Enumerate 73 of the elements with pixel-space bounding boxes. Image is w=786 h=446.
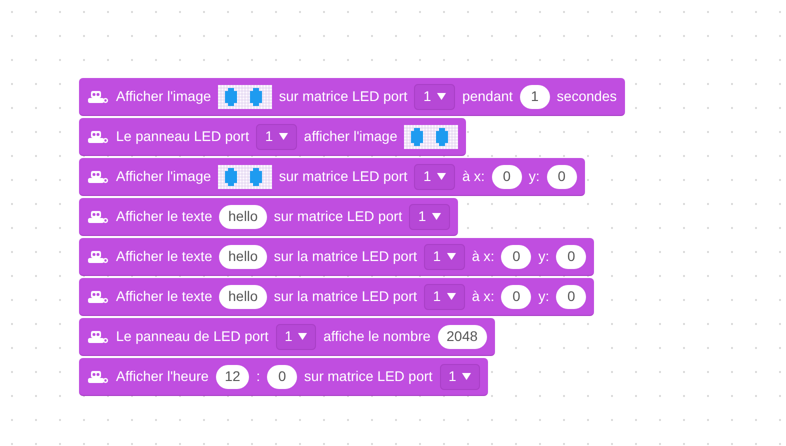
value-field[interactable]: 1 [520, 84, 550, 108]
block-label: Le panneau LED port [116, 127, 250, 146]
port-dropdown[interactable]: 1 [424, 244, 465, 270]
block-label: y: [528, 167, 540, 186]
block-label: sur matrice LED port [304, 367, 433, 386]
code-block[interactable]: Afficher l'image sur matrice LED port 1 pendant 1 secondes [79, 78, 625, 116]
block-label: à x: [472, 247, 494, 266]
port-dropdown[interactable]: 1 [414, 164, 456, 190]
caret-icon [437, 173, 446, 180]
caret-icon [446, 293, 456, 300]
caret-icon [298, 333, 308, 340]
port-dropdown[interactable]: 1 [414, 84, 456, 110]
code-block[interactable]: Afficher le texte hello sur matrice LED port 1 [79, 198, 458, 236]
block-label: Afficher l'heure [116, 367, 209, 386]
value-field[interactable]: hello [219, 284, 267, 308]
block-label: sur matrice LED port [274, 207, 402, 226]
robot-icon [87, 90, 109, 104]
port-dropdown[interactable]: 1 [409, 204, 450, 230]
block-label: Afficher le texte [116, 207, 212, 226]
port-dropdown[interactable]: 1 [424, 284, 465, 310]
caret-icon [437, 93, 446, 100]
value-field[interactable]: hello [219, 244, 267, 268]
caret-icon [432, 213, 442, 220]
code-block[interactable]: Afficher l'heure 12 : 0 sur matrice LED port 1 [79, 358, 488, 396]
value-field[interactable]: 12 [216, 364, 250, 388]
block-label: secondes [556, 87, 617, 106]
block-label: à x: [472, 287, 494, 306]
port-dropdown[interactable]: 1 [276, 324, 316, 350]
block-label: sur la matrice LED port [274, 247, 418, 266]
robot-icon [87, 250, 109, 264]
value-field[interactable]: 0 [556, 244, 586, 268]
robot-icon [87, 290, 109, 304]
port-dropdown[interactable]: 1 [440, 364, 480, 390]
code-block[interactable]: Le panneau de LED port 1 affiche le nombre 2048 [79, 318, 495, 356]
value-field[interactable]: 0 [556, 284, 586, 308]
value-field[interactable]: 2048 [438, 324, 487, 348]
value-field[interactable]: 0 [501, 244, 532, 268]
led-matrix-image[interactable] [404, 124, 458, 148]
value-field[interactable]: 0 [267, 364, 298, 388]
robot-icon [87, 370, 109, 384]
port-dropdown[interactable]: 1 [256, 124, 297, 150]
block-label: Afficher l'image [116, 87, 212, 106]
robot-icon [87, 130, 109, 144]
caret-icon [446, 253, 456, 260]
value-field[interactable]: 0 [492, 164, 522, 188]
value-field[interactable]: 0 [546, 164, 577, 188]
block-label: afficher l'image [304, 127, 398, 146]
robot-icon [87, 210, 109, 224]
caret-icon [278, 133, 288, 140]
block-label: : [256, 367, 260, 386]
code-block[interactable]: Le panneau LED port 1 afficher l'image [79, 118, 466, 156]
block-label: y: [538, 287, 550, 306]
code-block[interactable]: Afficher le texte hello sur la matrice LED port 1 à x: 0 y: 0 [79, 238, 594, 276]
block-label: Afficher le texte [116, 287, 212, 306]
caret-icon [462, 373, 472, 380]
block-label: Afficher le texte [116, 247, 212, 266]
value-field[interactable]: 0 [501, 284, 532, 308]
block-label: sur matrice LED port [279, 167, 408, 186]
block-label: Afficher l'image [116, 167, 212, 186]
robot-icon [87, 330, 109, 344]
block-label: sur matrice LED port [279, 87, 408, 106]
led-matrix-image[interactable] [218, 164, 272, 188]
led-matrix-image[interactable] [218, 84, 272, 108]
block-label: sur la matrice LED port [274, 287, 418, 306]
robot-icon [87, 170, 109, 184]
block-label: à x: [462, 167, 485, 186]
block-label: y: [538, 247, 550, 266]
code-block[interactable]: Afficher l'image sur matrice LED port 1 à x: 0 y: 0 [79, 158, 585, 196]
block-label: affiche le nombre [323, 327, 431, 346]
block-label: Le panneau de LED port [116, 327, 269, 346]
block-label: pendant [462, 87, 513, 106]
value-field[interactable]: hello [219, 204, 267, 228]
code-block[interactable]: Afficher le texte hello sur la matrice LED port 1 à x: 0 y: 0 [79, 278, 594, 316]
